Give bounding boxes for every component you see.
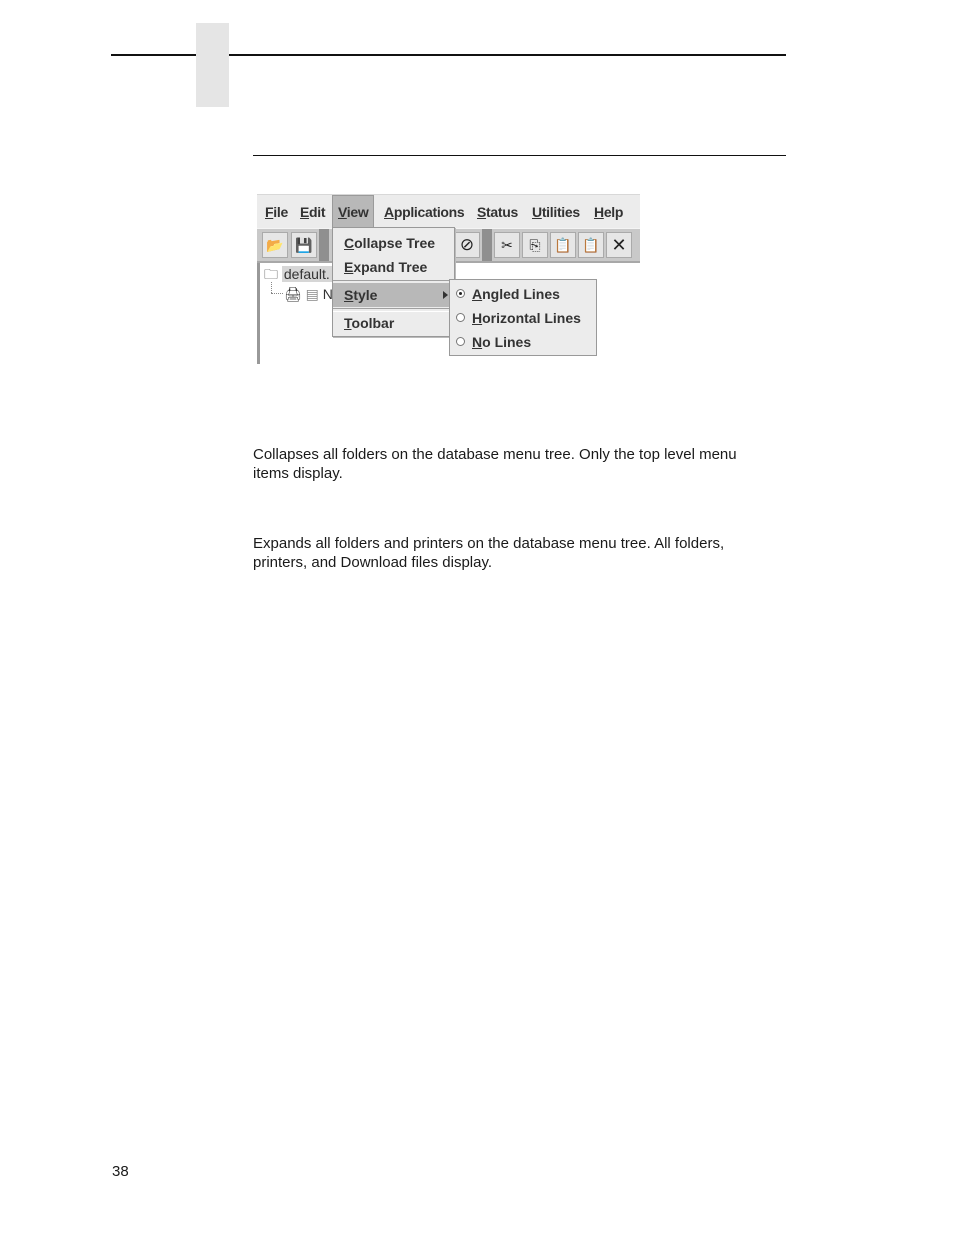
paste-icon: 📋	[554, 236, 572, 253]
toolbar-separator	[319, 229, 329, 261]
radio-unselected-icon	[456, 313, 465, 322]
tree-node-root[interactable]: 🗀 default.	[264, 265, 332, 283]
menu-view[interactable]: View	[332, 195, 374, 229]
menu-label: tilities	[541, 204, 580, 220]
printer-icon: 🖨	[284, 286, 302, 302]
collapse-tree-description: Collapses all folders on the database me…	[253, 446, 737, 482]
paste-special-icon: 📋	[582, 236, 600, 253]
delete-icon: ✕	[611, 234, 627, 255]
tree-node-label: default.	[281, 266, 332, 282]
menu-label: ile	[273, 204, 288, 220]
mnemonic: U	[532, 204, 542, 220]
menu-label: elp	[603, 204, 624, 220]
mnemonic: T	[344, 315, 352, 331]
mnemonic: H	[594, 204, 604, 220]
delete-button[interactable]: ✕	[606, 232, 632, 258]
menu-item-label: oolbar	[351, 315, 395, 331]
menu-item-collapse-tree[interactable]: Collapse Tree	[333, 231, 454, 255]
mnemonic: E	[344, 259, 354, 275]
menu-applications[interactable]: Applications	[384, 195, 465, 229]
menu-item-style[interactable]: Style	[333, 283, 454, 307]
menu-item-label: orizontal Lines	[482, 310, 581, 326]
mnemonic: V	[338, 204, 347, 220]
menu-file[interactable]: File	[265, 195, 288, 229]
menu-edit[interactable]: Edit	[300, 195, 326, 229]
menu-item-toolbar[interactable]: Toolbar	[333, 311, 454, 335]
chapter-tab-marker	[196, 23, 229, 107]
style-submenu: Angled Lines Horizontal Lines No Lines	[449, 279, 597, 356]
view-menu-screenshot: File Edit View Applications Status Utili…	[257, 194, 640, 364]
menu-item-label: xpand Tree	[353, 259, 428, 275]
list-icon: ▤	[305, 286, 319, 302]
submenu-arrow-icon	[443, 291, 448, 299]
mnemonic: C	[344, 235, 355, 251]
menu-utilities[interactable]: Utilities	[532, 195, 580, 229]
tree-node-printer[interactable]: 🖨 ▤ N	[284, 285, 333, 303]
folder-icon: 🗀	[264, 266, 278, 282]
radio-selected-icon	[456, 289, 465, 298]
menu-item-label: ollapse Tree	[354, 235, 436, 251]
mnemonic: S	[344, 287, 354, 303]
save-icon: 💾	[295, 236, 313, 253]
menu-label: tatus	[486, 204, 518, 220]
menu-item-label: tyle	[353, 287, 378, 303]
menu-bar: File Edit View Applications Status Utili…	[257, 194, 640, 229]
tree-connector	[271, 293, 283, 295]
mnemonic: N	[472, 334, 483, 350]
expand-tree-description: Expands all folders and printers on the …	[253, 535, 725, 571]
open-button[interactable]: 📂	[262, 232, 288, 258]
menu-label: iew	[346, 204, 369, 220]
menu-status[interactable]: Status	[477, 195, 518, 229]
save-button[interactable]: 💾	[291, 232, 317, 258]
menu-label: dit	[309, 204, 326, 220]
header-rule	[111, 54, 196, 56]
stop-icon: ⊘	[459, 235, 475, 254]
mnemonic: H	[472, 310, 483, 326]
menu-item-expand-tree[interactable]: Expand Tree	[333, 255, 454, 279]
open-folder-icon: 📂	[266, 236, 284, 253]
page-number: 38	[112, 1163, 129, 1180]
tree-connector	[271, 282, 273, 293]
radio-unselected-icon	[456, 337, 465, 346]
cut-button[interactable]: ✂	[494, 232, 520, 258]
paste-special-button[interactable]: 📋	[578, 232, 604, 258]
section-divider	[253, 155, 786, 156]
view-menu-dropdown: Collapse Tree Expand Tree Style Toolbar	[332, 227, 455, 337]
mnemonic: S	[477, 204, 487, 220]
mnemonic: A	[472, 286, 483, 302]
menu-item-label: ngled Lines	[482, 286, 560, 302]
mnemonic: E	[300, 204, 310, 220]
header-rule	[229, 54, 786, 56]
menu-label: pplications	[393, 204, 465, 220]
menu-help[interactable]: Help	[594, 195, 623, 229]
menu-item-no-lines[interactable]: No Lines	[450, 330, 596, 354]
menu-item-label: o Lines	[482, 334, 532, 350]
paste-button[interactable]: 📋	[550, 232, 576, 258]
cut-icon: ✂	[501, 236, 513, 253]
stop-button[interactable]: ⊘	[454, 232, 480, 258]
menu-item-angled-lines[interactable]: Angled Lines	[450, 282, 596, 306]
copy-button[interactable]: ⎘	[522, 232, 548, 258]
toolbar-separator	[482, 229, 492, 261]
mnemonic: A	[384, 204, 394, 220]
menu-item-horizontal-lines[interactable]: Horizontal Lines	[450, 306, 596, 330]
copy-icon: ⎘	[529, 236, 541, 253]
